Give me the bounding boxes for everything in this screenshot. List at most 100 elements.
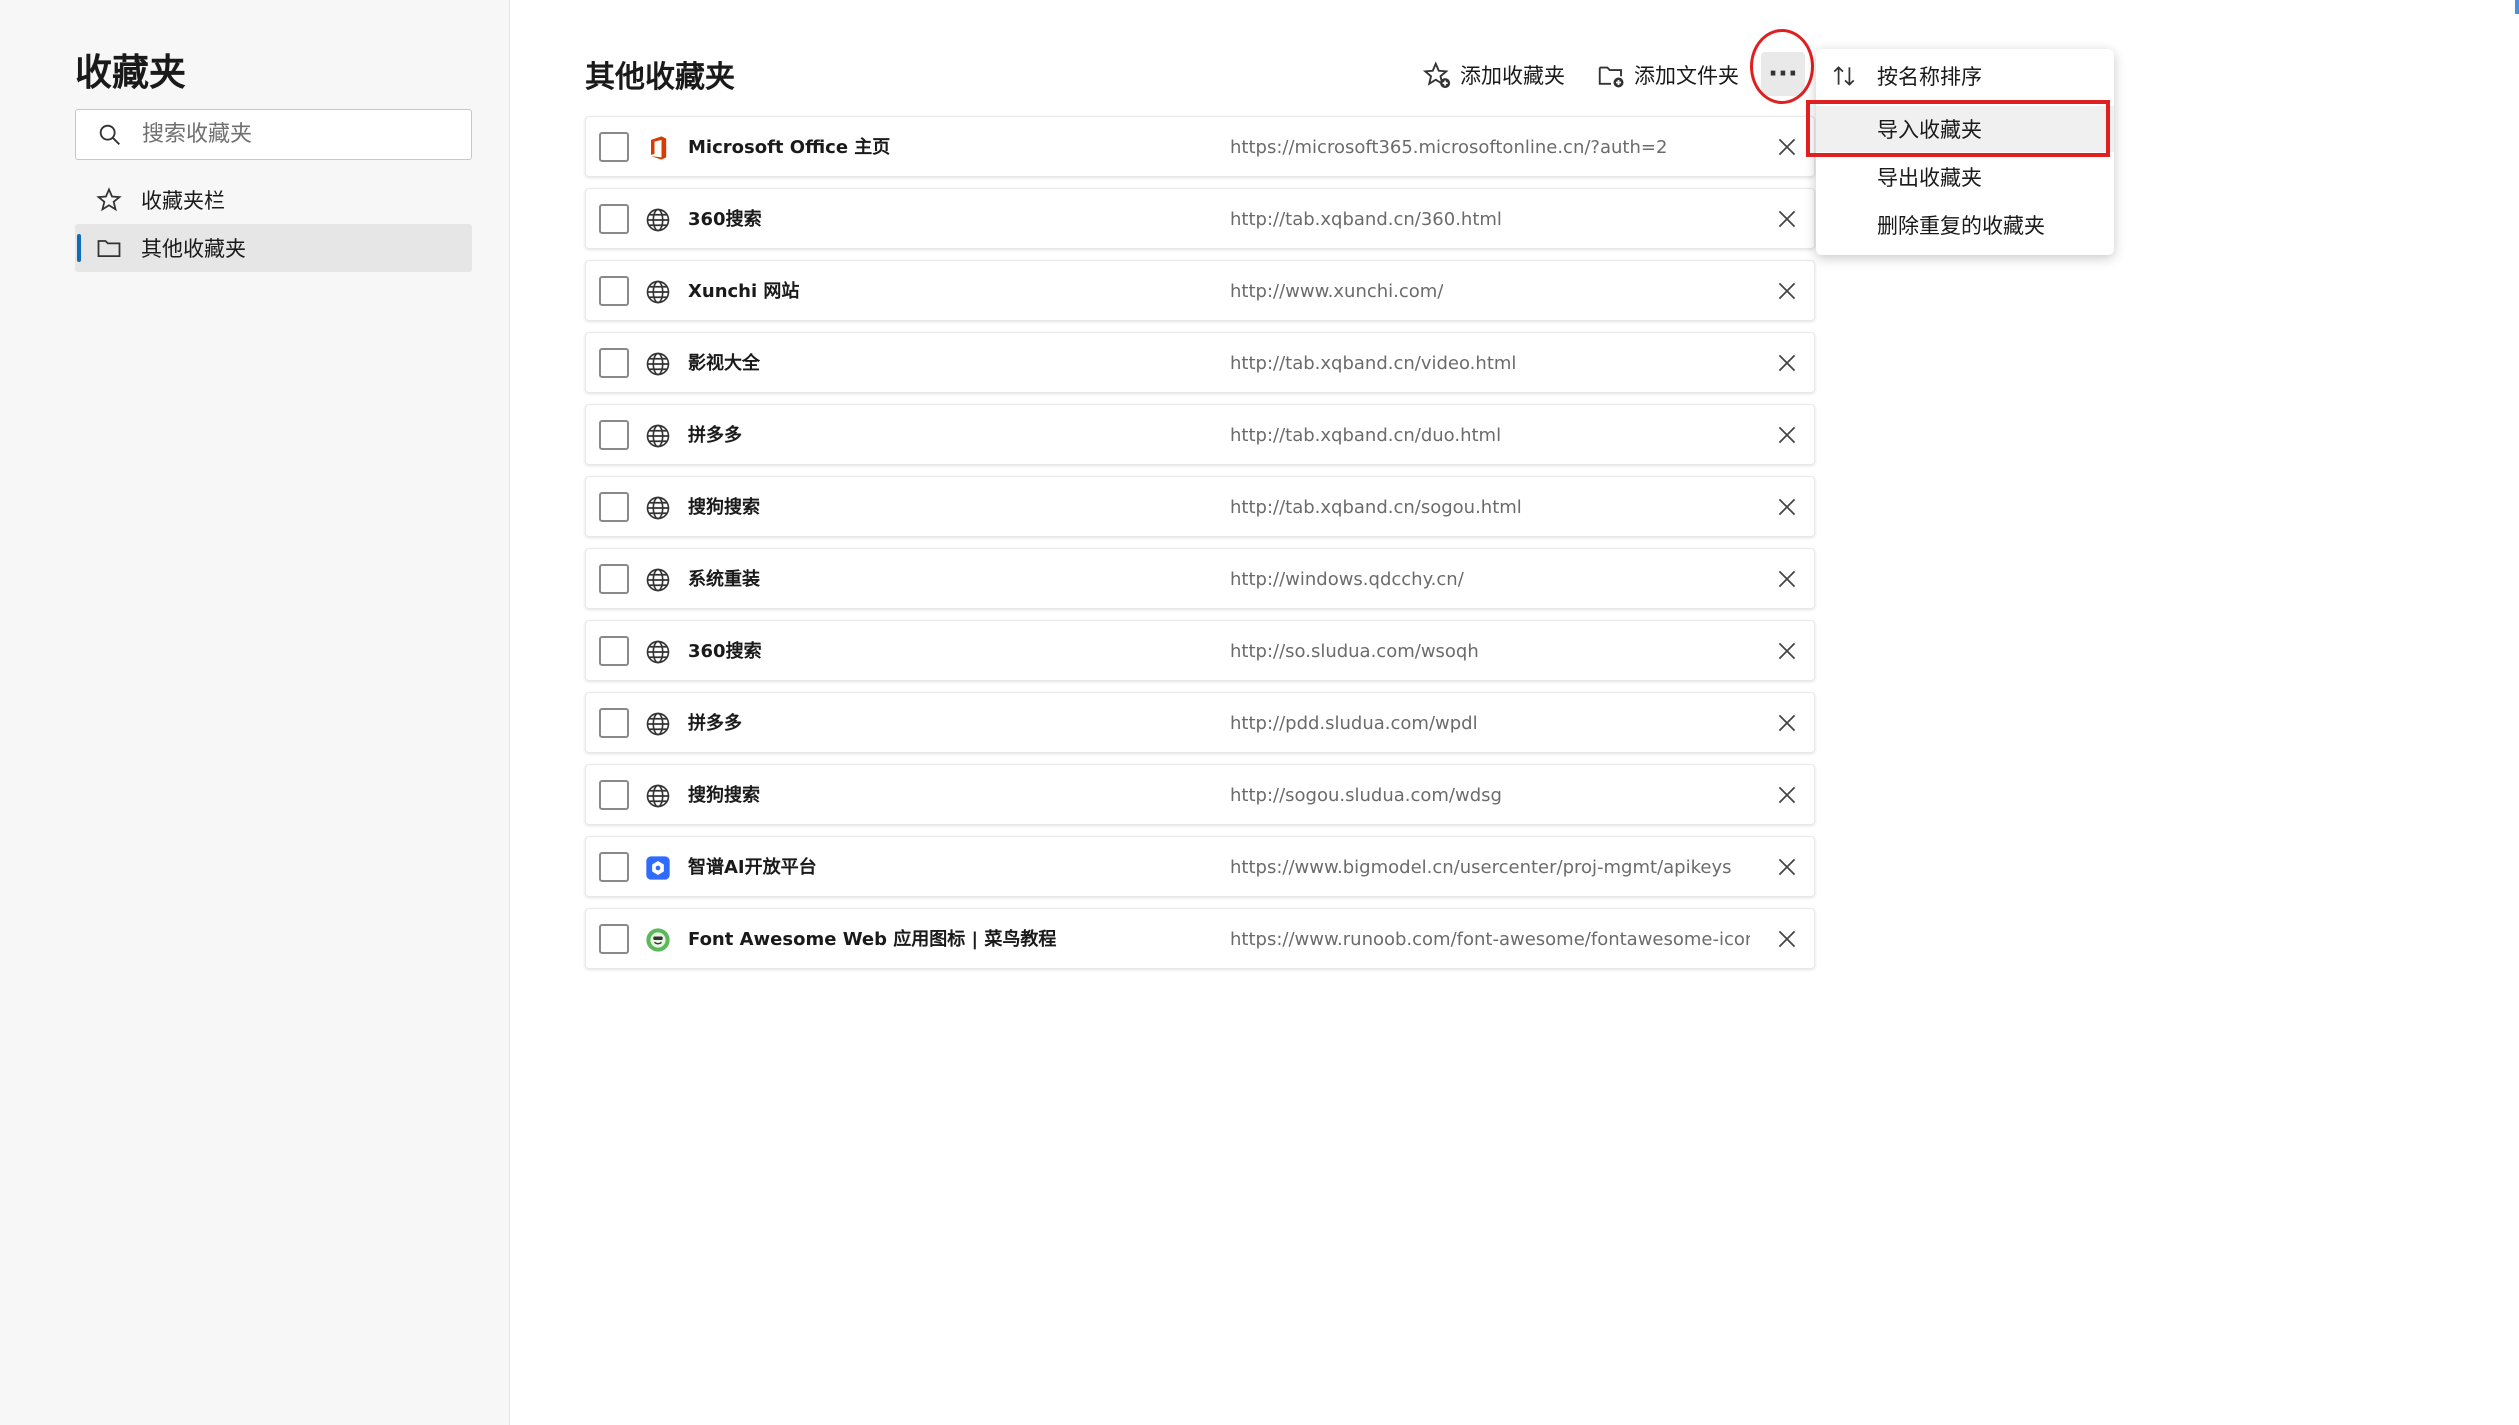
globe-icon [644, 638, 672, 666]
sidebar-title: 收藏夹 [75, 51, 186, 94]
close-icon[interactable] [1774, 350, 1800, 376]
globe-icon [644, 782, 672, 810]
row-checkbox[interactable] [599, 420, 629, 450]
menu-item-import-favorites[interactable]: 导入收藏夹 [1816, 106, 2114, 152]
runoob-icon [644, 926, 672, 954]
bookmark-title[interactable]: 系统重装 [688, 549, 760, 610]
globe-icon [644, 278, 672, 306]
close-icon[interactable] [1774, 494, 1800, 520]
bookmark-title[interactable]: 搜狗搜索 [688, 765, 760, 826]
menu-item-export-favorites[interactable]: 导出收藏夹 [1816, 154, 2114, 200]
bookmark-title[interactable]: Microsoft Office 主页 [688, 117, 890, 178]
row-checkbox[interactable] [599, 564, 629, 594]
menu-item-label: 删除重复的收藏夹 [1877, 214, 2045, 238]
row-checkbox[interactable] [599, 780, 629, 810]
globe-icon [644, 422, 672, 450]
sort-icon [1833, 66, 1855, 86]
bookmark-url: http://tab.xqband.cn/sogou.html [1230, 497, 1522, 518]
table-row[interactable]: 系统重装 http://windows.qdcchy.cn/ [585, 548, 1815, 609]
close-icon[interactable] [1774, 710, 1800, 736]
bookmark-title[interactable]: Font Awesome Web 应用图标 | 菜鸟教程 [688, 909, 1056, 970]
close-icon[interactable] [1774, 566, 1800, 592]
close-icon[interactable] [1774, 278, 1800, 304]
row-checkbox[interactable] [599, 708, 629, 738]
bookmark-title[interactable]: 影视大全 [688, 333, 760, 394]
sidebar-item-favorites-bar[interactable]: 收藏夹栏 [75, 176, 472, 224]
close-icon[interactable] [1774, 206, 1800, 232]
sidebar-item-other-favorites[interactable]: 其他收藏夹 [75, 224, 472, 272]
office-icon [644, 134, 672, 162]
more-icon: ··· [1768, 59, 1798, 89]
bookmark-title[interactable]: 拼多多 [688, 405, 742, 466]
bookmark-url: http://tab.xqband.cn/duo.html [1230, 425, 1502, 446]
row-checkbox[interactable] [599, 852, 629, 882]
more-options-menu: 按名称排序 导入收藏夹 导出收藏夹 删除重复的收藏夹 [1816, 49, 2114, 255]
bookmark-url: http://windows.qdcchy.cn/ [1230, 569, 1464, 590]
table-row[interactable]: 拼多多 http://tab.xqband.cn/duo.html [585, 404, 1815, 465]
add-folder-label: 添加文件夹 [1634, 64, 1739, 88]
table-row[interactable]: Xunchi 网站 http://www.xunchi.com/ [585, 260, 1815, 321]
add-favorite-label: 添加收藏夹 [1460, 64, 1565, 88]
close-icon[interactable] [1774, 638, 1800, 664]
bookmark-title[interactable]: 拼多多 [688, 693, 742, 754]
menu-item-remove-duplicates[interactable]: 删除重复的收藏夹 [1816, 202, 2114, 248]
close-icon[interactable] [1774, 854, 1800, 880]
close-icon[interactable] [1774, 782, 1800, 808]
menu-item-label: 导出收藏夹 [1877, 166, 1982, 190]
bookmark-title[interactable]: 360搜索 [688, 189, 762, 250]
page-title: 其他收藏夹 [585, 60, 735, 95]
menu-item-label: 导入收藏夹 [1877, 118, 1982, 142]
add-favorite-button[interactable]: 添加收藏夹 [1422, 56, 1565, 94]
table-row[interactable]: 360搜索 http://tab.xqband.cn/360.html [585, 188, 1815, 249]
row-checkbox[interactable] [599, 204, 629, 234]
globe-icon [644, 710, 672, 738]
add-folder-button[interactable]: 添加文件夹 [1596, 56, 1739, 94]
search-input[interactable] [142, 122, 462, 147]
globe-icon [644, 494, 672, 522]
table-row[interactable]: 搜狗搜索 http://sogou.sludua.com/wdsg [585, 764, 1815, 825]
bookmark-url: http://so.sludua.com/wsoqh [1230, 641, 1479, 662]
bookmark-url: http://pdd.sludua.com/wpdl [1230, 713, 1478, 734]
sidebar: 收藏夹 收藏夹栏 其他收藏夹 [0, 0, 510, 1425]
bookmark-title[interactable]: 智谱AI开放平台 [688, 837, 817, 898]
close-icon[interactable] [1774, 422, 1800, 448]
scrollbar-edge [2515, 0, 2519, 14]
close-icon[interactable] [1774, 134, 1800, 160]
row-checkbox[interactable] [599, 276, 629, 306]
bookmark-list: Microsoft Office 主页 https://microsoft365.… [585, 116, 1815, 980]
globe-icon [644, 206, 672, 234]
bookmark-url: http://tab.xqband.cn/video.html [1230, 353, 1517, 374]
bookmark-url: https://microsoft365.microsoftonline.cn/… [1230, 137, 1668, 158]
sidebar-item-label: 其他收藏夹 [141, 237, 246, 261]
search-box[interactable] [75, 109, 472, 160]
row-checkbox[interactable] [599, 636, 629, 666]
bookmark-title[interactable]: 搜狗搜索 [688, 477, 760, 538]
bookmark-url: https://www.runoob.com/font-awesome/font… [1230, 929, 1750, 950]
table-row[interactable]: Microsoft Office 主页 https://microsoft365.… [585, 116, 1815, 177]
favorites-manager: 收藏夹 收藏夹栏 其他收藏夹 其他收藏夹 添加收 [0, 0, 2519, 1425]
bookmark-url: http://sogou.sludua.com/wdsg [1230, 785, 1502, 806]
globe-icon [644, 566, 672, 594]
bookmark-url: http://www.xunchi.com/ [1230, 281, 1444, 302]
table-row[interactable]: 360搜索 http://so.sludua.com/wsoqh [585, 620, 1815, 681]
bookmark-title[interactable]: Xunchi 网站 [688, 261, 799, 322]
table-row[interactable]: 影视大全 http://tab.xqband.cn/video.html [585, 332, 1815, 393]
row-checkbox[interactable] [599, 132, 629, 162]
folder-icon [97, 240, 121, 258]
table-row[interactable]: Font Awesome Web 应用图标 | 菜鸟教程 https://www.… [585, 908, 1815, 969]
star-icon [96, 187, 122, 212]
menu-item-sort-by-name[interactable]: 按名称排序 [1816, 53, 2114, 99]
menu-item-label: 按名称排序 [1877, 65, 1982, 89]
table-row[interactable]: 智谱AI开放平台 https://www.bigmodel.cn/usercent… [585, 836, 1815, 897]
folder-add-icon [1598, 66, 1624, 88]
close-icon[interactable] [1774, 926, 1800, 952]
bookmark-url: http://tab.xqband.cn/360.html [1230, 209, 1502, 230]
more-options-button[interactable]: ··· [1761, 52, 1805, 96]
table-row[interactable]: 搜狗搜索 http://tab.xqband.cn/sogou.html [585, 476, 1815, 537]
table-row[interactable]: 拼多多 http://pdd.sludua.com/wpdl [585, 692, 1815, 753]
bookmark-title[interactable]: 360搜索 [688, 621, 762, 682]
row-checkbox[interactable] [599, 348, 629, 378]
row-checkbox[interactable] [599, 492, 629, 522]
row-checkbox[interactable] [599, 924, 629, 954]
search-icon [99, 124, 120, 145]
